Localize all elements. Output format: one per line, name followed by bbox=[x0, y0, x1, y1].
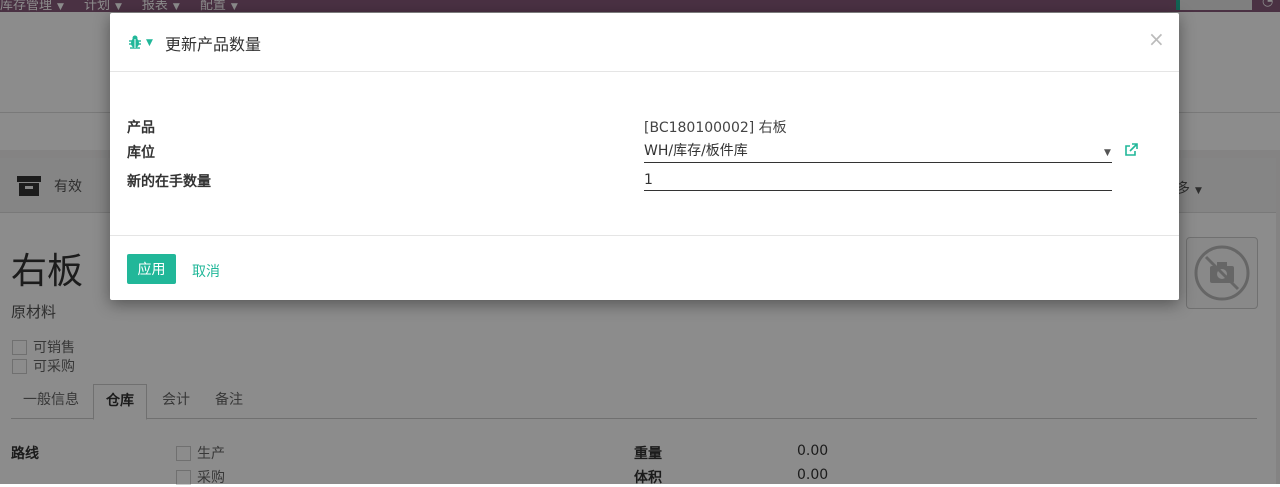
dialog-title: 更新产品数量 bbox=[165, 35, 262, 54]
dialog-body: 产品 [BC180100002] 右板 库位 WH/库存/板件库 ▼ 新的在手数… bbox=[110, 71, 1179, 235]
close-icon[interactable]: × bbox=[1148, 27, 1165, 51]
update-quantity-dialog: ▼ 更新产品数量 × 产品 [BC180100002] 右板 库位 WH/库存/… bbox=[110, 13, 1179, 300]
location-label: 库位 bbox=[127, 145, 155, 161]
dialog-footer: 应用 取消 bbox=[110, 235, 1179, 301]
new-quantity-label: 新的在手数量 bbox=[127, 174, 211, 190]
location-select[interactable]: WH/库存/板件库 bbox=[644, 141, 1112, 163]
caret-down-icon[interactable]: ▼ bbox=[146, 38, 153, 48]
new-quantity-input[interactable] bbox=[644, 169, 1112, 191]
product-label: 产品 bbox=[127, 120, 155, 136]
cancel-button[interactable]: 取消 bbox=[192, 261, 220, 281]
bug-icon[interactable] bbox=[128, 35, 142, 49]
external-link-icon[interactable] bbox=[1124, 143, 1138, 157]
caret-down-icon[interactable]: ▼ bbox=[1104, 148, 1111, 158]
apply-button[interactable]: 应用 bbox=[127, 254, 176, 284]
dialog-header: ▼ 更新产品数量 × bbox=[110, 13, 1179, 72]
product-value: [BC180100002] 右板 bbox=[644, 120, 787, 136]
